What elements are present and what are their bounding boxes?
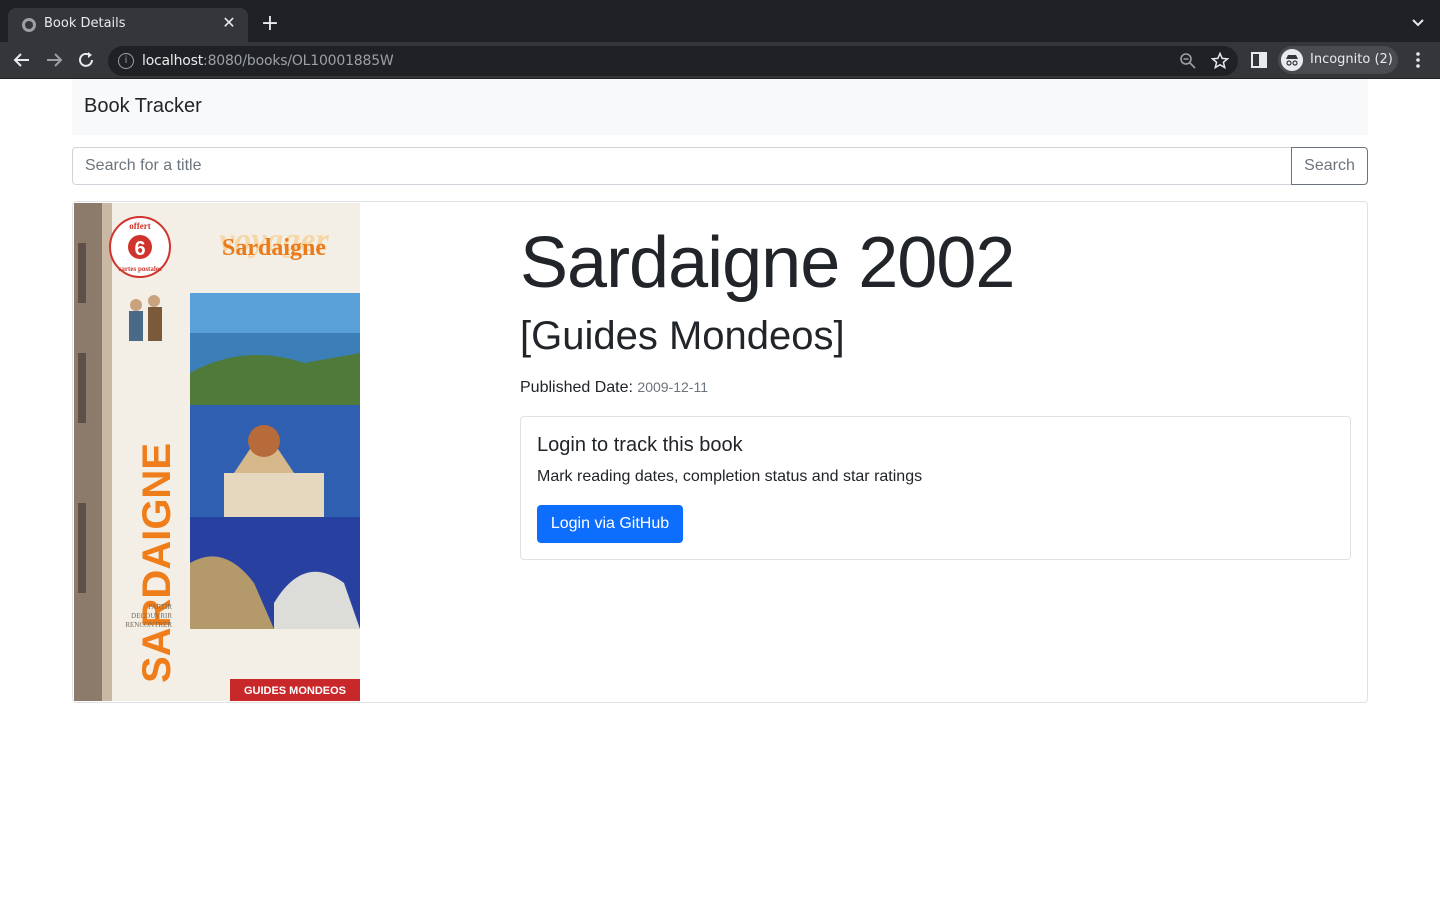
browser-tabstrip: Book Details ✕ + xyxy=(0,0,1440,42)
brand-link[interactable]: Book Tracker xyxy=(84,95,202,118)
side-panel-icon[interactable] xyxy=(1250,51,1268,69)
back-arrow-icon[interactable] xyxy=(10,48,34,72)
cover-publisher: GUIDES MONDEOS xyxy=(244,685,346,697)
url-text: localhost:8080/books/OL10001885W xyxy=(142,53,394,69)
tab-title: Book Details xyxy=(44,16,126,31)
search-input[interactable] xyxy=(72,147,1292,185)
reload-icon[interactable] xyxy=(74,48,98,72)
cover-badge-top: offert xyxy=(129,221,150,231)
chevron-down-icon[interactable] xyxy=(1408,12,1428,32)
forward-arrow-icon[interactable] xyxy=(42,48,66,72)
published-date-row: Published Date: 2009-12-11 xyxy=(520,379,708,397)
navbar: Book Tracker xyxy=(72,79,1368,135)
login-card: Login to track this book Mark reading da… xyxy=(520,416,1351,560)
info-icon[interactable]: i xyxy=(118,53,134,69)
cover-spine-text: SARDAIGNE xyxy=(135,443,179,683)
cover-heading: Sardaigne xyxy=(222,235,326,261)
browser-tab[interactable]: Book Details ✕ xyxy=(8,8,248,42)
globe-icon xyxy=(22,18,36,32)
profile-label: Incognito (2) xyxy=(1310,52,1393,67)
login-card-text: Mark reading dates, completion status an… xyxy=(537,468,923,485)
browser-toolbar: i localhost:8080/books/OL10001885W Incog… xyxy=(0,42,1440,79)
login-github-button[interactable]: Login via GitHub xyxy=(537,505,683,543)
incognito-profile-button[interactable]: Incognito (2) xyxy=(1278,46,1398,74)
incognito-icon xyxy=(1281,49,1303,71)
cover-badge-number: 6 xyxy=(134,238,145,260)
published-date-label: Published Date: xyxy=(520,379,633,396)
book-subtitle: [Guides Mondeos] xyxy=(520,314,845,358)
kebab-menu-icon[interactable] xyxy=(1408,50,1428,70)
close-icon[interactable]: ✕ xyxy=(218,13,240,35)
cover-badge-bottom: cartes postales xyxy=(118,265,162,273)
published-date-value: 2009-12-11 xyxy=(637,379,708,395)
cover-tagline-1: PARTIR xyxy=(148,603,172,611)
search-button[interactable]: Search xyxy=(1291,147,1368,185)
new-tab-icon[interactable]: + xyxy=(258,12,282,36)
bookmark-star-icon[interactable] xyxy=(1210,51,1230,71)
cover-tagline-2: DECOUVRIR xyxy=(131,612,172,620)
cover-tagline-3: RENCONTRER xyxy=(125,621,172,629)
book-cover-image: offert 6 cartes postales voyager Sardaig… xyxy=(74,203,360,701)
login-card-title: Login to track this book xyxy=(537,434,743,456)
address-bar[interactable]: i localhost:8080/books/OL10001885W xyxy=(108,46,1238,76)
book-title: Sardaigne 2002 xyxy=(520,223,1015,303)
zoom-out-icon[interactable] xyxy=(1178,51,1198,71)
